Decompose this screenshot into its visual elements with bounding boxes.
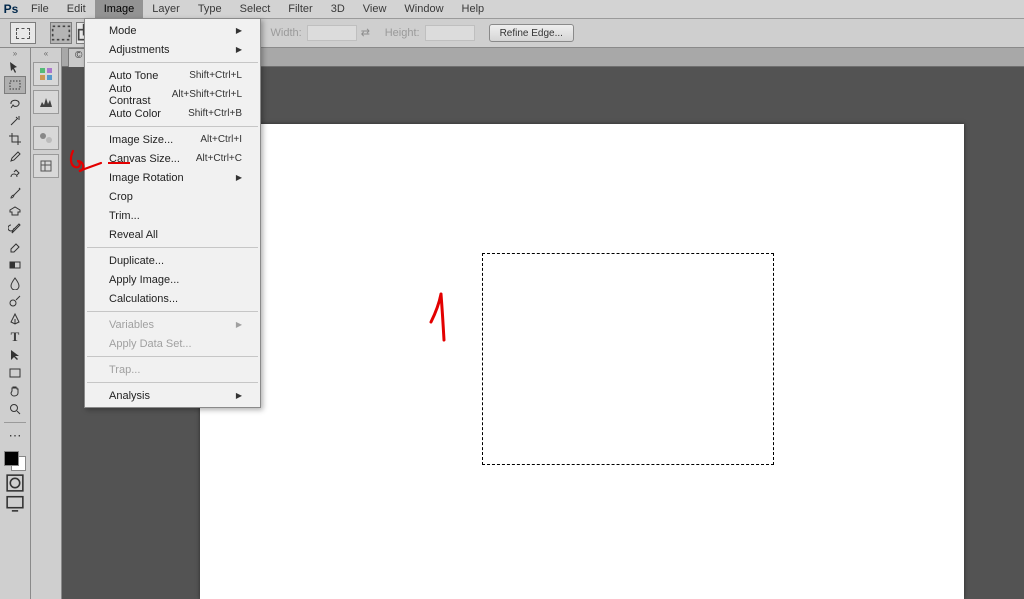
history-brush-tool[interactable] [4,220,26,238]
pen-tool[interactable] [4,310,26,328]
menu-item-duplicate[interactable]: Duplicate... [85,251,260,270]
blur-tool[interactable] [4,274,26,292]
magic-wand-tool[interactable] [4,112,26,130]
menu-item-trim[interactable]: Trim... [85,206,260,225]
submenu-arrow-icon: ▶ [236,26,242,35]
menu-item-crop[interactable]: Crop [85,187,260,206]
move-tool[interactable] [4,58,26,76]
quick-mask-icon[interactable] [4,475,26,491]
menu-file[interactable]: File [22,0,58,18]
menu-separator [87,382,258,383]
dock-libraries-panel[interactable] [33,154,59,178]
menu-separator [87,311,258,312]
dodge-tool[interactable] [4,292,26,310]
menu-separator [87,247,258,248]
menu-view[interactable]: View [354,0,396,18]
type-tool[interactable]: T [4,328,26,346]
marquee-icon [16,28,30,39]
menu-window[interactable]: Window [395,0,452,18]
tools-panel: » T ⋯ [0,48,31,599]
dock-histogram-panel[interactable] [33,90,59,114]
new-selection-icon[interactable] [50,22,72,44]
submenu-arrow-icon: ▶ [236,320,242,329]
expand-panel-icon[interactable]: » [1,48,29,58]
marquee-tool[interactable] [4,76,26,94]
menu-item-analysis[interactable]: Analysis▶ [85,386,260,405]
menu-item-image-rotation[interactable]: Image Rotation▶ [85,168,260,187]
menu-separator [87,126,258,127]
menu-separator [87,356,258,357]
width-label: Width: [271,27,302,39]
healing-brush-tool[interactable] [4,166,26,184]
crop-tool[interactable] [4,130,26,148]
clone-stamp-tool[interactable] [4,202,26,220]
menu-edit[interactable]: Edit [58,0,95,18]
brush-tool[interactable] [4,184,26,202]
foreground-color-swatch[interactable] [4,451,19,466]
screen-mode-icon[interactable] [4,495,26,511]
menu-separator [87,62,258,63]
menu-item-reveal-all[interactable]: Reveal All [85,225,260,244]
gradient-tool[interactable] [4,256,26,274]
menu-type[interactable]: Type [189,0,231,18]
menu-item-trap: Trap... [85,360,260,379]
menu-3d[interactable]: 3D [322,0,354,18]
lasso-tool[interactable] [4,94,26,112]
zoom-tool[interactable] [4,400,26,418]
menu-bar: Ps File Edit Image Layer Type Select Fil… [0,0,1024,19]
toolbar-separator [4,422,26,423]
rectangle-tool[interactable] [4,364,26,382]
expand-dock-icon[interactable]: « [32,48,60,58]
app-logo: Ps [0,0,22,18]
width-field [307,25,357,41]
color-swatches[interactable] [4,451,26,471]
submenu-arrow-icon: ▶ [236,45,242,54]
image-menu-dropdown: Mode▶ Adjustments▶ Auto ToneShift+Ctrl+L… [84,18,261,408]
menu-item-auto-contrast[interactable]: Auto ContrastAlt+Shift+Ctrl+L [85,85,260,104]
menu-help[interactable]: Help [453,0,494,18]
menu-item-image-size[interactable]: Image Size...Alt+Ctrl+I [85,130,260,149]
menu-item-apply-image[interactable]: Apply Image... [85,270,260,289]
height-label: Height: [385,27,420,39]
current-tool-preview[interactable] [10,22,36,44]
menu-filter[interactable]: Filter [279,0,321,18]
path-selection-tool[interactable] [4,346,26,364]
menu-select[interactable]: Select [231,0,280,18]
menu-image[interactable]: Image [95,0,144,18]
height-field [425,25,475,41]
menu-item-apply-data-set: Apply Data Set... [85,334,260,353]
menu-item-adjustments[interactable]: Adjustments▶ [85,40,260,59]
eraser-tool[interactable] [4,238,26,256]
submenu-arrow-icon: ▶ [236,173,242,182]
edit-toolbar-icon[interactable]: ⋯ [4,427,26,445]
eyedropper-tool[interactable] [4,148,26,166]
swap-dimensions-icon[interactable]: ⇄ [361,26,375,40]
refine-edge-button[interactable]: Refine Edge... [489,24,574,42]
menu-layer[interactable]: Layer [143,0,189,18]
menu-item-variables: Variables▶ [85,315,260,334]
menu-item-calculations[interactable]: Calculations... [85,289,260,308]
dock-swatches-panel[interactable] [33,126,59,150]
panel-dock: « [31,48,62,599]
menu-item-canvas-size[interactable]: Canvas Size...Alt+Ctrl+C [85,149,260,168]
marquee-selection[interactable] [482,253,774,465]
dock-color-panel[interactable] [33,62,59,86]
menu-item-mode[interactable]: Mode▶ [85,21,260,40]
hand-tool[interactable] [4,382,26,400]
submenu-arrow-icon: ▶ [236,391,242,400]
menu-item-auto-color[interactable]: Auto ColorShift+Ctrl+B [85,104,260,123]
